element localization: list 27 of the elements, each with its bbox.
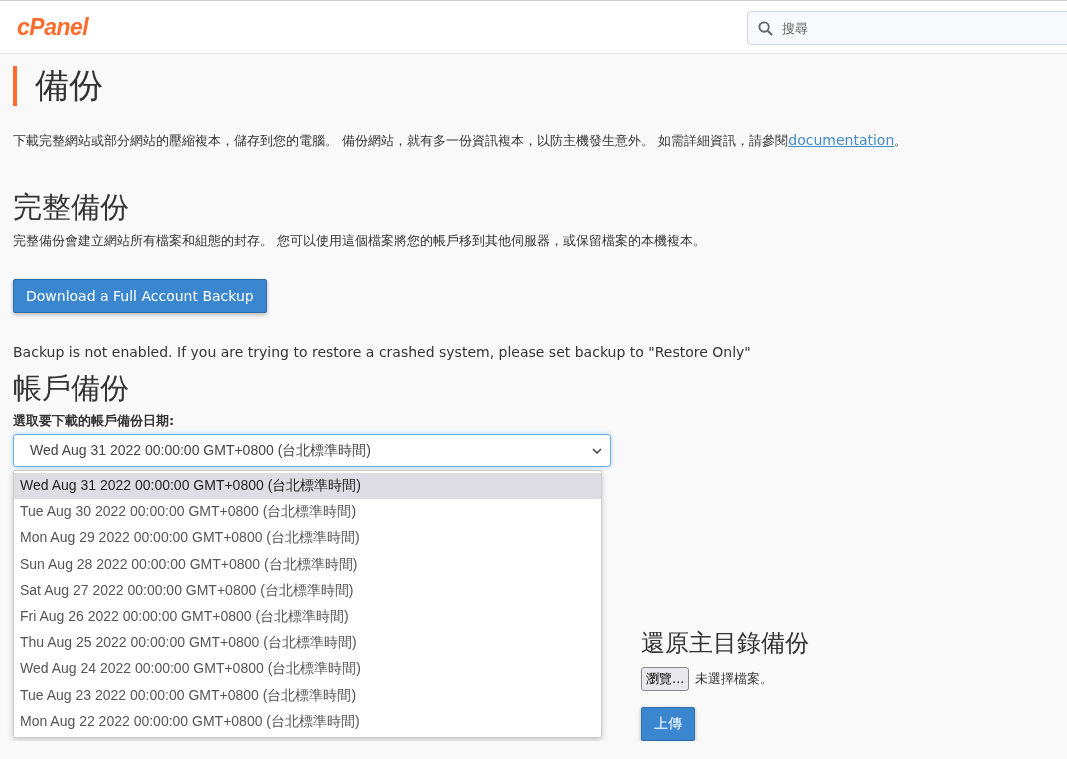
dropdown-option[interactable]: Sun Aug 28 2022 00:00:00 GMT+0800 (台北標準時間) — [14, 551, 601, 578]
section-title: 還原主目錄備份 — [641, 628, 809, 659]
section-title: 完整備份 — [13, 189, 130, 225]
notice-text: Backup is not enabled. If you are trying to restore a crashed system, please set backup to "Restore Only" — [13, 344, 752, 360]
dropdown-option[interactable]: Thu Aug 25 2022 00:00:00 GMT+0800 (台北標準時間) — [14, 630, 601, 657]
search-field[interactable]: 搜尋 — [747, 11, 1067, 45]
page-title: 備份 — [35, 64, 103, 107]
search-icon — [758, 21, 773, 36]
dropdown-option[interactable]: Wed Aug 31 2022 00:00:00 GMT+0800 (台北標準時間) — [14, 473, 601, 500]
chevron-icon — [592, 447, 602, 454]
dropdown-option[interactable]: Mon Aug 22 2022 00:00:00 GMT+0800 (台北標準時間) — [14, 708, 601, 735]
browse-button[interactable]: 瀏覽... — [641, 667, 690, 691]
documentation-link[interactable]: documentation — [788, 132, 895, 148]
dropdown-option[interactable]: Tue Aug 30 2022 00:00:00 GMT+0800 (台北標準時間) — [14, 499, 601, 526]
file-status: 未選擇檔案。 — [695, 670, 774, 688]
intro-text: 下載完整網站或部分網站的壓縮複本，儲存到您的電腦。 備份網站，就有多一份資訊複本，以防主機發生意外。 如需詳細資訊，請參閱documentation。 — [13, 131, 909, 150]
dropdown-option[interactable]: Mon Aug 29 2022 00:00:00 GMT+0800 (台北標準時間) — [14, 525, 601, 552]
section-description: 完整備份會建立網站所有檔案和組態的封存。 您可以使用這個檔案將您的帳戶移到其他伺服器，或保留檔案的本機複本。 — [13, 233, 707, 250]
dropdown-option[interactable]: Wed Aug 24 2022 00:00:00 GMT+0800 (台北標準時間) — [14, 656, 601, 683]
section-title: 帳戶備份 — [13, 370, 130, 406]
dropdown-option[interactable]: Fri Aug 26 2022 00:00:00 GMT+0800 (台北標準時間) — [14, 603, 601, 631]
dropdown-option[interactable]: Tue Aug 23 2022 00:00:00 GMT+0800 (台北標準時間) — [14, 682, 601, 709]
upload-button[interactable]: 上傳 — [641, 707, 695, 741]
download-backup-button[interactable]: Download a Full Account Backup — [13, 279, 267, 313]
dropdown-option[interactable]: Sat Aug 27 2022 00:00:00 GMT+0800 (台北標準時間) — [14, 577, 601, 604]
field-label: 選取要下載的帳戶備份日期: — [13, 412, 176, 430]
date-select[interactable]: Wed Aug 31 2022 00:00:00 GMT+0800 (台北標準時間) — [13, 434, 611, 467]
